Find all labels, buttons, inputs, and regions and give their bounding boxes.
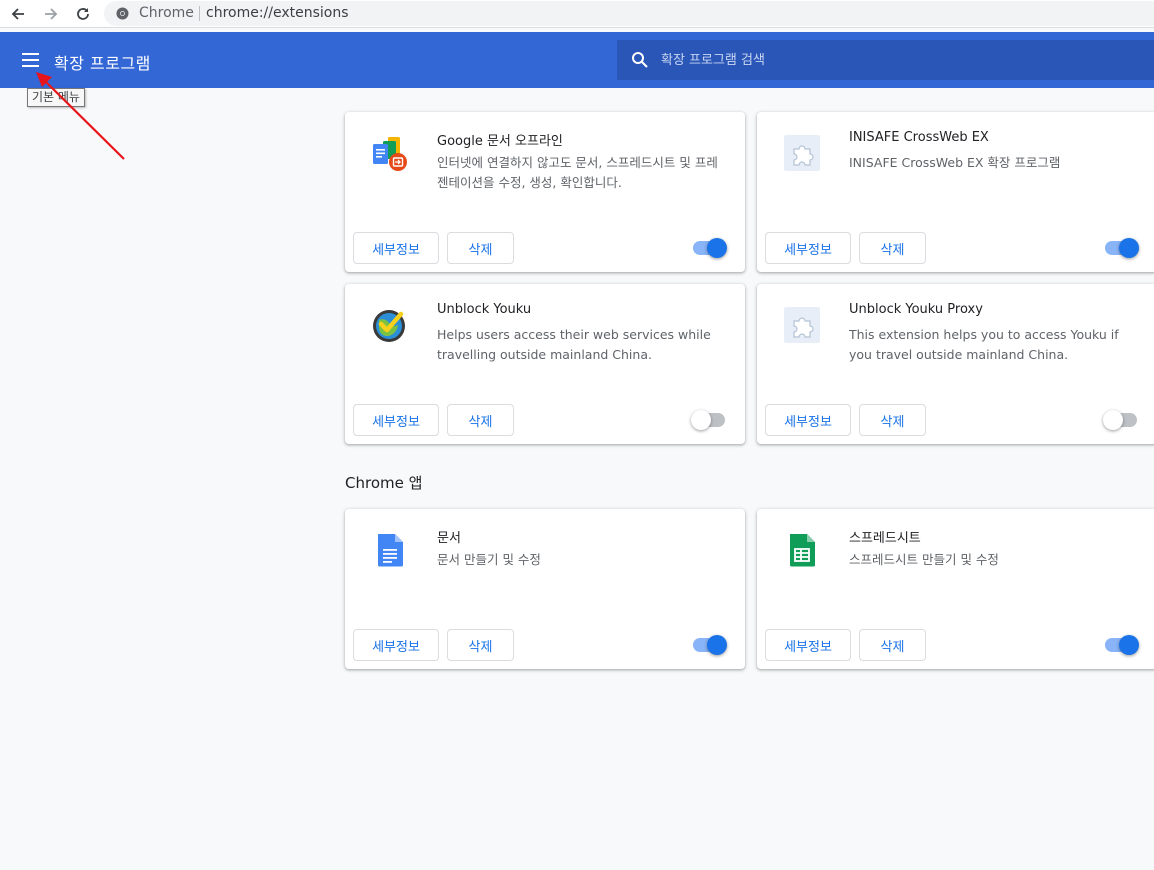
back-button[interactable] — [7, 3, 29, 25]
remove-button[interactable]: 삭제 — [859, 404, 926, 436]
menu-tooltip: 기본 메뉴 — [27, 88, 85, 107]
enable-toggle[interactable] — [693, 238, 727, 258]
hamburger-icon — [22, 53, 39, 55]
toggle-knob — [1103, 410, 1123, 430]
chrome-icon — [116, 7, 129, 20]
extension-name: Unblock Youku — [437, 302, 532, 317]
enable-toggle[interactable] — [1105, 238, 1139, 258]
extension-name: Unblock Youku Proxy — [849, 302, 983, 317]
details-button[interactable]: 세부정보 — [765, 404, 851, 436]
details-button[interactable]: 세부정보 — [353, 629, 439, 661]
toggle-knob — [1119, 635, 1139, 655]
chrome-apps-heading: Chrome 앱 — [345, 474, 423, 492]
app-card-sheets: 스프레드시트 스프레드시트 만들기 및 수정 세부정보 삭제 — [757, 509, 1154, 669]
extension-name: INISAFE CrossWeb EX — [849, 130, 989, 145]
remove-button[interactable]: 삭제 — [447, 404, 514, 436]
app-card-docs: 문서 문서 만들기 및 수정 세부정보 삭제 — [345, 509, 745, 669]
extension-card-unblock-youku-proxy: Unblock Youku Proxy This extension helps… — [757, 284, 1154, 444]
reload-button[interactable] — [72, 3, 94, 25]
details-button[interactable]: 세부정보 — [765, 629, 851, 661]
site-label: Chrome — [139, 5, 194, 21]
enable-toggle[interactable] — [693, 635, 727, 655]
search-icon — [632, 52, 648, 68]
extension-description: INISAFE CrossWeb EX 확장 프로그램 — [849, 155, 1061, 170]
hamburger-icon-line — [22, 59, 39, 61]
address-bar[interactable]: Chrome chrome://extensions — [104, 1, 1154, 26]
search-box[interactable] — [617, 40, 1154, 80]
url-text: chrome://extensions — [206, 5, 349, 21]
enable-toggle[interactable] — [1105, 635, 1139, 655]
puzzle-icon — [784, 135, 820, 171]
extension-card-inisafe: INISAFE CrossWeb EX INISAFE CrossWeb EX … — [757, 112, 1154, 272]
details-button[interactable]: 세부정보 — [765, 232, 851, 264]
page-title: 확장 프로그램 — [54, 54, 151, 73]
details-button[interactable]: 세부정보 — [353, 232, 439, 264]
app-description: 스프레드시트 만들기 및 수정 — [849, 552, 999, 567]
unblock-youku-icon — [373, 310, 405, 342]
extension-name: Google 문서 오프라인 — [437, 134, 563, 149]
hamburger-icon-line — [22, 65, 39, 67]
extensions-header: 확장 프로그램 — [0, 32, 1154, 88]
omnibox-separator — [199, 6, 200, 21]
extension-description: This extension helps you to access Youku… — [849, 327, 1119, 362]
remove-button[interactable]: 삭제 — [859, 232, 926, 264]
toggle-knob — [707, 238, 727, 258]
search-input[interactable] — [661, 48, 1131, 72]
reload-icon — [77, 8, 89, 20]
extension-card-unblock-youku: Unblock Youku Helps users access their w… — [345, 284, 745, 444]
docs-icon — [378, 534, 403, 567]
main-menu-button[interactable] — [18, 48, 44, 72]
back-arrow-icon — [11, 8, 24, 20]
google-docs-offline-icon — [373, 137, 407, 171]
puzzle-icon — [784, 307, 820, 343]
enable-toggle[interactable] — [691, 410, 725, 430]
forward-arrow-icon — [45, 8, 58, 20]
enable-toggle[interactable] — [1103, 410, 1137, 430]
app-description: 문서 만들기 및 수정 — [437, 552, 541, 567]
app-name: 문서 — [437, 531, 461, 546]
remove-button[interactable]: 삭제 — [447, 232, 514, 264]
extension-description: 인터넷에 연결하지 않고도 문서, 스프레드시트 및 프레젠테이션을 수정, 생… — [437, 155, 718, 190]
remove-button[interactable]: 삭제 — [859, 629, 926, 661]
app-name: 스프레드시트 — [849, 531, 921, 546]
extension-description: Helps users access their web services wh… — [437, 327, 711, 362]
remove-button[interactable]: 삭제 — [447, 629, 514, 661]
details-button[interactable]: 세부정보 — [353, 404, 439, 436]
forward-button[interactable] — [40, 3, 62, 25]
sheets-icon — [790, 534, 815, 567]
toggle-knob — [707, 635, 727, 655]
extension-card-google-docs-offline: Google 문서 오프라인 인터넷에 연결하지 않고도 문서, 스프레드시트 … — [345, 112, 745, 272]
toggle-knob — [1119, 238, 1139, 258]
browser-toolbar: Chrome chrome://extensions — [0, 0, 1154, 28]
toggle-knob — [691, 410, 711, 430]
